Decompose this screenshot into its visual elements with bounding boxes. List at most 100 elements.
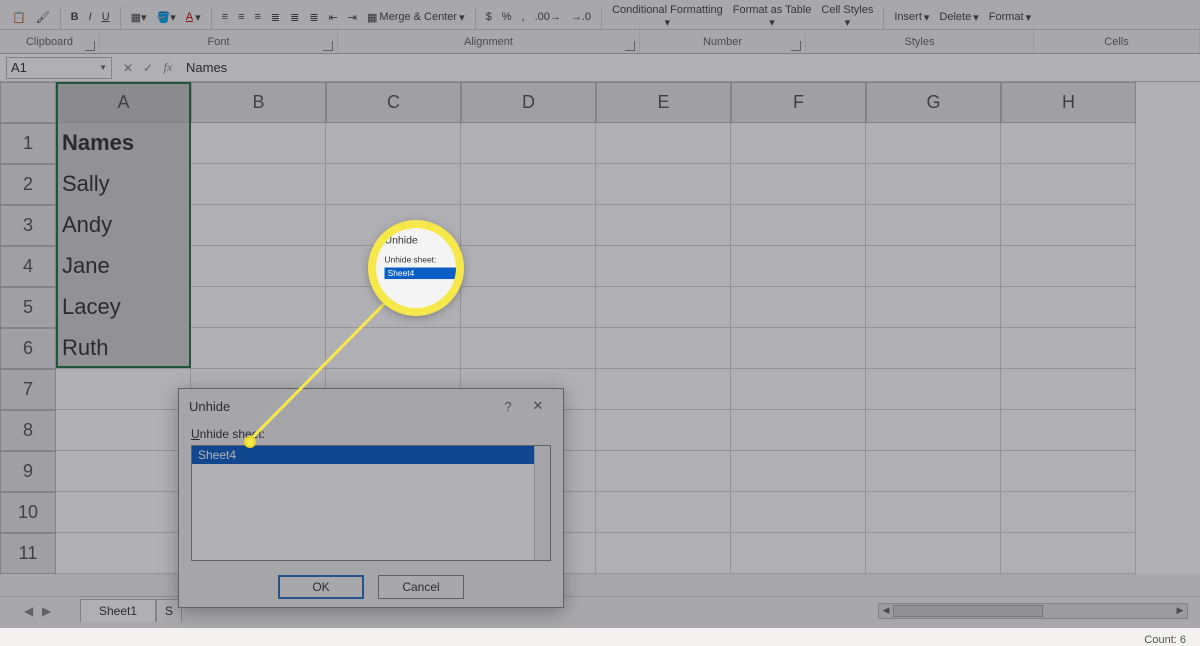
listbox-scrollbar[interactable] [534,446,550,560]
cell[interactable] [56,451,191,492]
col-header-D[interactable]: D [461,82,596,123]
cell[interactable] [461,328,596,369]
cell[interactable] [56,369,191,410]
cell[interactable] [596,328,731,369]
fill-color-button[interactable]: 🪣▾ [153,5,180,29]
cell[interactable] [326,123,461,164]
row-header[interactable]: 8 [0,410,56,451]
font-color-button[interactable]: A▾ [182,5,205,29]
cell[interactable] [866,410,1001,451]
percent-button[interactable]: % [498,5,516,29]
cell[interactable] [191,123,326,164]
cell[interactable] [866,123,1001,164]
inc-decimal[interactable]: .00→ [531,5,565,29]
cell[interactable] [866,492,1001,533]
cell[interactable] [731,205,866,246]
cell[interactable] [596,492,731,533]
cell[interactable] [1001,410,1136,451]
close-icon[interactable]: ✕ [523,398,553,414]
underline-button[interactable]: U [98,5,114,29]
cell[interactable] [1001,287,1136,328]
row-header[interactable]: 10 [0,492,56,533]
merge-center-button[interactable]: ▦ Merge & Center ▾ [363,5,469,29]
cell[interactable] [731,410,866,451]
cell[interactable] [866,164,1001,205]
dialog-launcher-icon[interactable] [85,41,95,51]
cell[interactable] [461,246,596,287]
unhide-sheet-listbox[interactable]: Sheet4 [191,445,551,561]
cell[interactable] [1001,328,1136,369]
fx-icon[interactable]: fx [158,60,178,75]
dialog-launcher-icon[interactable] [323,41,333,51]
cell[interactable] [461,123,596,164]
format-as-table[interactable]: Format as Table▾ [729,5,816,29]
col-header-G[interactable]: G [866,82,1001,123]
cell[interactable] [326,164,461,205]
conditional-formatting[interactable]: Conditional Formatting▾ [608,5,727,29]
col-header-H[interactable]: H [1001,82,1136,123]
row-header[interactable]: 7 [0,369,56,410]
cell[interactable] [866,205,1001,246]
bold-button[interactable]: B [67,5,83,29]
format-painter[interactable]: 🖌 [32,5,54,29]
cell[interactable] [56,492,191,533]
chevron-down-icon[interactable]: ▼ [99,63,107,72]
cell[interactable] [1001,123,1136,164]
cell[interactable] [731,287,866,328]
indent-inc[interactable]: ⇥ [344,5,361,29]
cell[interactable] [866,451,1001,492]
currency-button[interactable]: $ [482,5,496,29]
cell[interactable] [596,533,731,574]
cell[interactable] [596,369,731,410]
row-header[interactable]: 4 [0,246,56,287]
delete-cells[interactable]: Delete▾ [935,5,982,29]
cell[interactable] [1001,164,1136,205]
cancel-icon[interactable]: ✕ [118,61,138,75]
formula-input[interactable]: Names [178,60,1200,75]
cell[interactable] [866,328,1001,369]
cell[interactable] [731,123,866,164]
align-right[interactable]: ≣ [305,5,322,29]
cell[interactable] [866,369,1001,410]
cell[interactable] [596,410,731,451]
cell[interactable] [866,287,1001,328]
ok-button[interactable]: OK [278,575,364,599]
cell[interactable] [461,164,596,205]
cell[interactable] [191,164,326,205]
cell[interactable] [1001,369,1136,410]
col-header-A[interactable]: A [56,82,191,123]
row-header[interactable]: 9 [0,451,56,492]
cell[interactable]: Sally [56,164,191,205]
select-all-corner[interactable] [0,82,56,123]
scroll-right-icon[interactable]: ▶ [1173,604,1187,618]
sheet-tab[interactable]: Sheet1 [80,599,156,622]
scroll-thumb[interactable] [893,605,1043,617]
cell-styles[interactable]: Cell Styles▾ [817,5,877,29]
list-item[interactable]: Sheet4 [192,446,550,464]
cell[interactable] [731,533,866,574]
cell[interactable] [731,369,866,410]
row-header[interactable]: 2 [0,164,56,205]
cell[interactable] [596,164,731,205]
col-header-E[interactable]: E [596,82,731,123]
cell[interactable] [461,287,596,328]
cell[interactable] [731,492,866,533]
row-header[interactable]: 3 [0,205,56,246]
col-header-F[interactable]: F [731,82,866,123]
cell[interactable] [596,205,731,246]
cell[interactable] [731,164,866,205]
comma-button[interactable]: , [518,5,529,29]
align-left[interactable]: ≣ [267,5,284,29]
cell[interactable] [731,328,866,369]
cell[interactable] [191,246,326,287]
align-bot[interactable]: ≡ [251,5,265,29]
cell[interactable]: Names [56,123,191,164]
cell[interactable] [866,246,1001,287]
align-top[interactable]: ≡ [218,5,232,29]
cell[interactable] [1001,246,1136,287]
row-header[interactable]: 11 [0,533,56,574]
cell[interactable] [1001,533,1136,574]
tab-nav-prev-icon[interactable]: ◀ [24,604,38,618]
italic-button[interactable]: I [85,5,96,29]
cell[interactable] [1001,492,1136,533]
